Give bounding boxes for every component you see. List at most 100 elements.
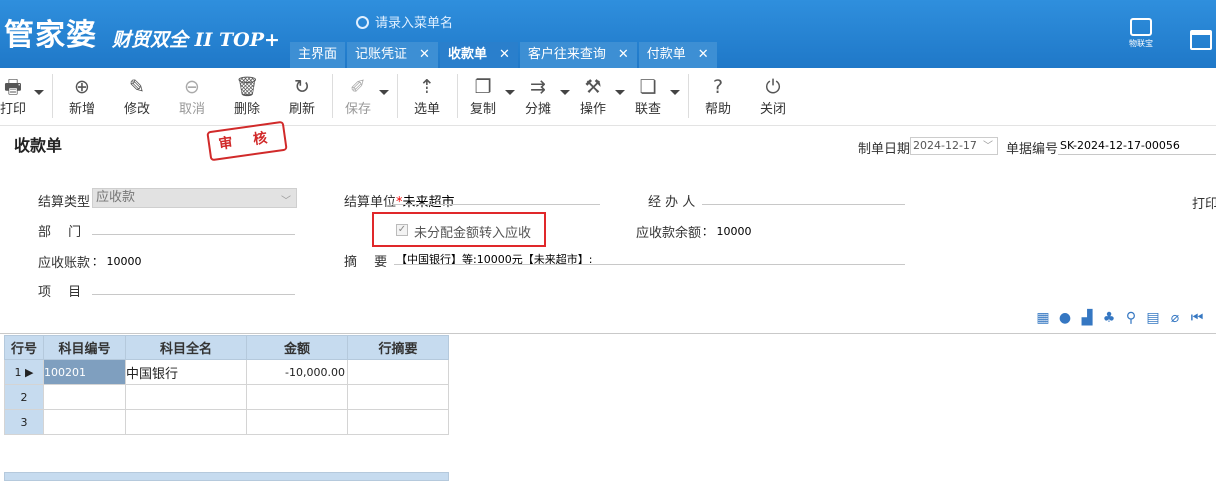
- calculator-icon[interactable]: ▤: [1144, 309, 1162, 327]
- first-page-icon[interactable]: ⏮: [1188, 309, 1206, 327]
- cell-memo[interactable]: [347, 409, 449, 435]
- split-label: 分摊: [524, 102, 551, 117]
- date-picker[interactable]: 2024-12-17 ﹀: [910, 137, 998, 155]
- settle-unit-value[interactable]: 未来超市: [403, 195, 455, 210]
- tab-payment[interactable]: 付款单 ✕: [638, 42, 717, 68]
- chevron-down-icon[interactable]: [34, 90, 44, 95]
- table-row[interactable]: 2: [4, 384, 449, 410]
- chevron-down-icon[interactable]: [670, 90, 680, 95]
- col-header[interactable]: 科目全名: [125, 335, 247, 360]
- save-icon: ✐: [350, 76, 366, 98]
- settle-unit-label-text: 结算单位: [344, 195, 397, 210]
- question-icon: ?: [712, 76, 724, 98]
- tab-voucher[interactable]: 记账凭证 ✕: [347, 42, 438, 68]
- cell-name[interactable]: 中国银行: [125, 359, 247, 385]
- cell-code[interactable]: [43, 384, 126, 410]
- chevron-down-icon[interactable]: [615, 90, 625, 95]
- attachment-icon[interactable]: ⌀: [1166, 309, 1184, 327]
- chevron-down-icon[interactable]: [505, 90, 515, 95]
- delete-button[interactable]: 🗑 删除: [231, 76, 263, 117]
- cell-amount[interactable]: [246, 409, 348, 435]
- chevron-down-icon: ﹀: [983, 141, 993, 152]
- close-icon[interactable]: ✕: [419, 42, 430, 68]
- close-icon[interactable]: ✕: [618, 42, 629, 68]
- linked-query-button[interactable]: ❏ 联查: [632, 76, 664, 117]
- cell-code[interactable]: 100201: [43, 359, 126, 385]
- cell-amount[interactable]: [246, 384, 348, 410]
- split-button[interactable]: ⇉ 分摊: [522, 76, 554, 117]
- select-label: 选单: [413, 102, 440, 117]
- cell-amount[interactable]: -10,000.00: [246, 359, 348, 385]
- grid-divider: [0, 333, 1216, 334]
- add-button[interactable]: ⊕ 新增: [66, 76, 98, 117]
- close-icon[interactable]: ✕: [499, 42, 510, 68]
- recv-balance-label: 应收款余额: [636, 226, 702, 241]
- handler-field[interactable]: [702, 204, 905, 205]
- recv-balance-value: ： 10000: [702, 225, 752, 238]
- power-icon: ⏻: [765, 76, 781, 98]
- edit-button[interactable]: ✎ 修改: [121, 76, 153, 117]
- entries-table: 行号 科目编号 科目全名 金额 行摘要 1 ▶ 100201 中国银行 -10,…: [4, 335, 449, 435]
- refresh-button[interactable]: ↻ 刷新: [286, 76, 318, 117]
- col-header[interactable]: 行号: [4, 335, 44, 360]
- project-label: 项 目: [38, 285, 82, 300]
- table-row[interactable]: 1 ▶ 100201 中国银行 -10,000.00: [4, 359, 449, 385]
- print-button[interactable]: 🖶 打印: [0, 76, 26, 117]
- date-label: 制单日期: [858, 142, 911, 157]
- docno-label: 单据编号: [1006, 142, 1059, 157]
- help-button[interactable]: ? 帮助: [702, 76, 734, 117]
- close-label: 关闭: [759, 102, 786, 117]
- app-sublogo: 财贸双全 II TOP+: [112, 29, 280, 51]
- close-button[interactable]: ⏻ 关闭: [757, 76, 789, 117]
- operate-button[interactable]: ⚒ 操作: [577, 76, 609, 117]
- cell-name[interactable]: [125, 384, 247, 410]
- settle-type-select[interactable]: 应收款 ﹀: [92, 188, 297, 208]
- search-icon[interactable]: ⚲: [1122, 309, 1140, 327]
- comment-icon[interactable]: ●: [1056, 309, 1074, 327]
- document-icon: ❏: [639, 76, 657, 98]
- save-button[interactable]: ✐ 保存: [342, 76, 374, 117]
- docno-value[interactable]: SK-2024-12-17-00056: [1060, 139, 1180, 152]
- cancel-button[interactable]: ⊖ 取消: [176, 76, 208, 117]
- tab-receipt[interactable]: 收款单 ✕: [439, 42, 518, 68]
- save-label: 保存: [344, 102, 371, 117]
- org-icon[interactable]: ♣: [1100, 309, 1118, 327]
- col-header[interactable]: 科目编号: [43, 335, 126, 360]
- project-field[interactable]: [92, 294, 295, 295]
- help-label: 帮助: [704, 102, 731, 117]
- calendar-icon[interactable]: [1190, 30, 1212, 50]
- building-icon[interactable]: ▟: [1078, 309, 1096, 327]
- tab-main[interactable]: 主界面: [290, 42, 346, 68]
- copy-button[interactable]: ❐ 复制: [467, 76, 499, 117]
- linkq-label: 联查: [634, 102, 661, 117]
- wulianbao-button[interactable]: 物联宝: [1124, 18, 1158, 50]
- tab-label: 主界面: [298, 47, 338, 62]
- settle-unit-label: 结算单位*未来超市: [344, 191, 455, 210]
- tab-bar: 主界面 记账凭证 ✕ 收款单 ✕ 客户往来查询 ✕ 付款单 ✕: [290, 42, 719, 68]
- chevron-down-icon[interactable]: [379, 90, 389, 95]
- tab-label: 记账凭证: [355, 47, 408, 62]
- recv-account-value: ： 10000: [92, 255, 142, 268]
- row-number: 1 ▶: [4, 359, 44, 385]
- table-row[interactable]: 3: [4, 409, 449, 435]
- recv-account-label: 应收账款: [38, 256, 91, 271]
- unallocated-checkbox[interactable]: ✓: [396, 224, 408, 236]
- copy-icon: ❐: [474, 76, 492, 98]
- dept-field[interactable]: [92, 234, 295, 235]
- plus-circle-icon: ⊕: [74, 76, 90, 98]
- dept-label: 部 门: [38, 225, 82, 240]
- refresh-label: 刷新: [288, 102, 315, 117]
- cell-memo[interactable]: [347, 384, 449, 410]
- cell-code[interactable]: [43, 409, 126, 435]
- close-icon[interactable]: ✕: [698, 42, 709, 68]
- tab-customer-query[interactable]: 客户往来查询 ✕: [519, 42, 637, 68]
- menu-search[interactable]: 请录入菜单名: [356, 12, 453, 31]
- qrcode-icon[interactable]: ▦: [1034, 309, 1052, 327]
- cell-name[interactable]: [125, 409, 247, 435]
- chevron-down-icon[interactable]: [560, 90, 570, 95]
- col-header[interactable]: 行摘要: [347, 335, 449, 360]
- docno-underline: [1058, 154, 1216, 155]
- col-header[interactable]: 金额: [246, 335, 348, 360]
- cell-memo[interactable]: [347, 359, 449, 385]
- select-order-button[interactable]: ⇡ 选单: [411, 76, 443, 117]
